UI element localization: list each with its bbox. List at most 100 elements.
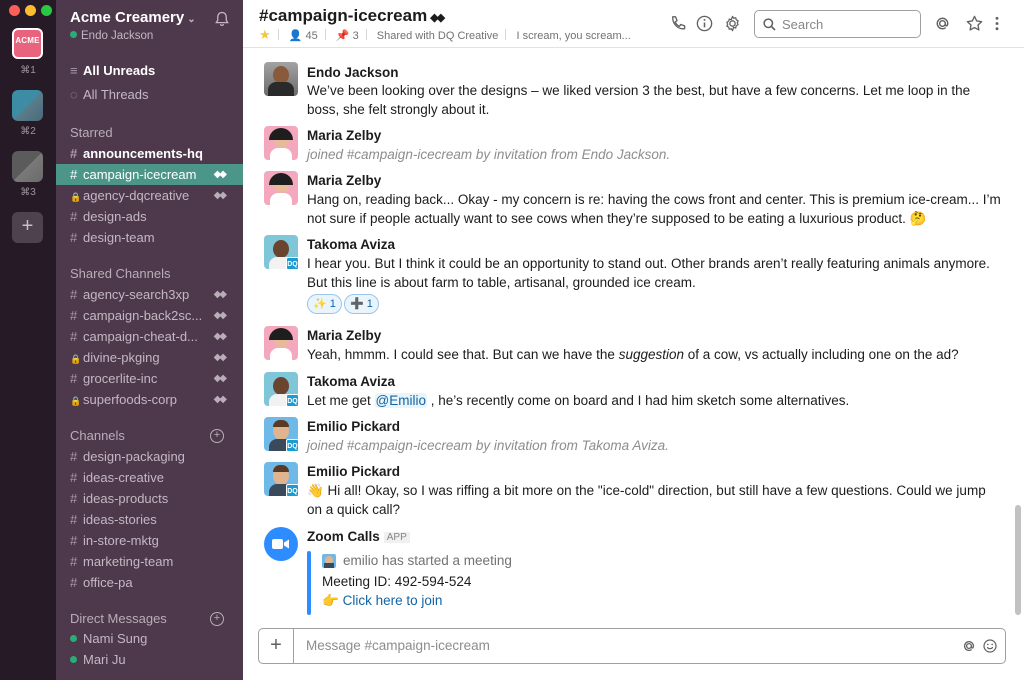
team-name-menu[interactable]: Acme Creamery ⌄ bbox=[70, 9, 196, 26]
member-count[interactable]: 45 bbox=[305, 30, 317, 42]
channel-header: #campaign-icecream ◆◆ ★ 👤 45 📌 3 Shared w… bbox=[243, 0, 1024, 48]
pin-count[interactable]: 3 bbox=[353, 30, 359, 42]
window-zoom-button[interactable] bbox=[41, 5, 52, 16]
section-header-starred[interactable]: Starred bbox=[70, 125, 113, 140]
avatar[interactable] bbox=[264, 326, 298, 360]
dm-mari-ju[interactable]: Mari Ju bbox=[56, 649, 243, 670]
workspace-acme-button[interactable]: ACME bbox=[12, 28, 43, 59]
section-header-channels[interactable]: Channels bbox=[70, 428, 125, 443]
dm-nami-sung[interactable]: Nami Sung bbox=[56, 628, 243, 649]
star-filled-icon[interactable]: ★ bbox=[259, 27, 271, 42]
channel-campaign-icecream[interactable]: # campaign-icecream ◆◆ bbox=[56, 164, 243, 185]
channel-ideas-creative[interactable]: # ideas-creative bbox=[56, 467, 243, 488]
nav-all-unreads[interactable]: ≡ All Unreads bbox=[56, 60, 243, 81]
dq-badge: DQ bbox=[286, 439, 299, 452]
presence-icon bbox=[70, 656, 77, 663]
join-meeting-row: 👉 Click here to join bbox=[322, 592, 1013, 611]
workspace-shortcut-1: ⌘1 bbox=[20, 65, 36, 76]
channel-agency-search3xp[interactable]: # agency-search3xp ◆◆ bbox=[56, 284, 243, 305]
channel-label: campaign-back2sc... bbox=[83, 308, 203, 323]
avatar[interactable] bbox=[264, 126, 298, 160]
channel-campaign-cheat-d[interactable]: # campaign-cheat-d... ◆◆ bbox=[56, 326, 243, 347]
section-header-shared-channels[interactable]: Shared Channels bbox=[70, 266, 170, 281]
join-meeting-link[interactable]: Click here to join bbox=[343, 593, 443, 608]
channel-title[interactable]: #campaign-icecream ◆◆ bbox=[259, 6, 445, 26]
mention-icon[interactable] bbox=[961, 638, 977, 654]
shared-with-label[interactable]: Shared with DQ Creative bbox=[377, 30, 499, 42]
bell-icon[interactable] bbox=[214, 11, 230, 27]
channel-label: campaign-cheat-d... bbox=[83, 329, 198, 344]
add-workspace-button[interactable]: + bbox=[12, 212, 43, 243]
message-composer[interactable]: + Message #campaign-icecream bbox=[258, 628, 1006, 664]
scrollbar-thumb[interactable] bbox=[1015, 505, 1021, 615]
channel-label: design-packaging bbox=[83, 449, 185, 464]
zoom-app-avatar[interactable] bbox=[264, 527, 298, 561]
avatar[interactable] bbox=[264, 171, 298, 205]
avatar[interactable] bbox=[264, 62, 298, 96]
sender-name[interactable]: Emilio Pickard bbox=[307, 419, 400, 434]
channel-design-ads[interactable]: # design-ads bbox=[56, 206, 243, 227]
channel-agency-dqcreative[interactable]: 🔒 agency-dqcreative ◆◆ bbox=[56, 185, 243, 206]
search-input[interactable]: Search bbox=[754, 10, 921, 38]
add-channel-icon[interactable]: + bbox=[210, 429, 224, 443]
shared-channel-icon: ◆◆ bbox=[430, 12, 445, 24]
shared-channel-icon: ◆◆ bbox=[213, 310, 227, 321]
reaction-sparkles[interactable]: ✨ 1 bbox=[307, 294, 342, 314]
channel-office-pa[interactable]: # office-pa bbox=[56, 572, 243, 593]
workspace-shortcut-3: ⌘3 bbox=[20, 187, 36, 198]
window-close-button[interactable] bbox=[9, 5, 20, 16]
section-header-direct-messages[interactable]: Direct Messages bbox=[70, 611, 167, 626]
shared-channel-icon: ◆◆ bbox=[213, 373, 227, 384]
pin-icon: 📌 bbox=[335, 30, 350, 42]
channel-marketing-team[interactable]: # marketing-team bbox=[56, 551, 243, 572]
plus-icon: ➕ bbox=[350, 298, 364, 310]
presence-icon bbox=[70, 635, 77, 642]
mentions-icon[interactable] bbox=[933, 14, 952, 33]
sender-name[interactable]: Maria Zelby bbox=[307, 173, 381, 188]
workspace-3-button[interactable] bbox=[12, 151, 43, 182]
channel-ideas-stories[interactable]: # ideas-stories bbox=[56, 509, 243, 530]
window-minimize-button[interactable] bbox=[25, 5, 36, 16]
channel-design-team[interactable]: # design-team bbox=[56, 227, 243, 248]
sender-name[interactable]: Endo Jackson bbox=[307, 65, 399, 80]
sender-name[interactable]: Takoma Aviza bbox=[307, 374, 395, 389]
emoji-icon[interactable] bbox=[982, 638, 998, 654]
channel-label: agency-dqcreative bbox=[83, 188, 190, 203]
more-vertical-icon[interactable] bbox=[992, 14, 1002, 33]
channel-in-store-mktg[interactable]: # in-store-mktg bbox=[56, 530, 243, 551]
channel-announcements-hq[interactable]: # announcements-hq bbox=[56, 143, 243, 164]
member-icon: 👤 bbox=[288, 30, 303, 42]
user-mention-link[interactable]: @Emilio bbox=[374, 393, 428, 408]
channel-label: office-pa bbox=[83, 575, 133, 590]
hash-icon: # bbox=[70, 449, 78, 464]
channel-campaign-back2sc[interactable]: # campaign-back2sc... ◆◆ bbox=[56, 305, 243, 326]
channel-label: design-team bbox=[83, 230, 155, 245]
attach-plus-button[interactable]: + bbox=[259, 629, 294, 663]
channel-topic[interactable]: I scream, you scream... bbox=[516, 30, 630, 42]
channel-divine-pkging[interactable]: 🔒 divine-pkging ◆◆ bbox=[56, 347, 243, 368]
channel-superfoods-corp[interactable]: 🔒 superfoods-corp ◆◆ bbox=[56, 389, 243, 410]
nav-label: All Unreads bbox=[83, 63, 156, 78]
sender-name[interactable]: Takoma Aviza bbox=[307, 237, 395, 252]
dq-badge: DQ bbox=[286, 484, 299, 497]
sender-name[interactable]: Maria Zelby bbox=[307, 128, 381, 143]
nav-all-threads[interactable]: ◌ All Threads bbox=[56, 84, 243, 105]
workspace-2-button[interactable] bbox=[12, 90, 43, 121]
channel-grocerlite-inc[interactable]: # grocerlite-inc ◆◆ bbox=[56, 368, 243, 389]
hash-icon: # bbox=[70, 209, 78, 224]
sender-name[interactable]: Maria Zelby bbox=[307, 328, 381, 343]
star-icon[interactable] bbox=[965, 14, 984, 33]
sender-name[interactable]: Zoom Calls APP bbox=[307, 529, 410, 544]
message-text: Hang on, reading back... Okay - my conce… bbox=[307, 192, 1001, 226]
channel-design-packaging[interactable]: # design-packaging bbox=[56, 446, 243, 467]
info-icon[interactable] bbox=[695, 14, 714, 33]
message-text: We’ve been looking over the designs – we… bbox=[307, 83, 971, 117]
phone-icon[interactable] bbox=[668, 14, 687, 33]
shared-channel-icon: ◆◆ bbox=[213, 190, 227, 201]
gear-icon[interactable] bbox=[723, 14, 742, 33]
sender-name[interactable]: Emilio Pickard bbox=[307, 464, 400, 479]
channel-ideas-products[interactable]: # ideas-products bbox=[56, 488, 243, 509]
hash-icon: # bbox=[70, 554, 78, 569]
add-dm-icon[interactable]: + bbox=[210, 612, 224, 626]
reaction-plus[interactable]: ➕ 1 bbox=[344, 294, 379, 314]
